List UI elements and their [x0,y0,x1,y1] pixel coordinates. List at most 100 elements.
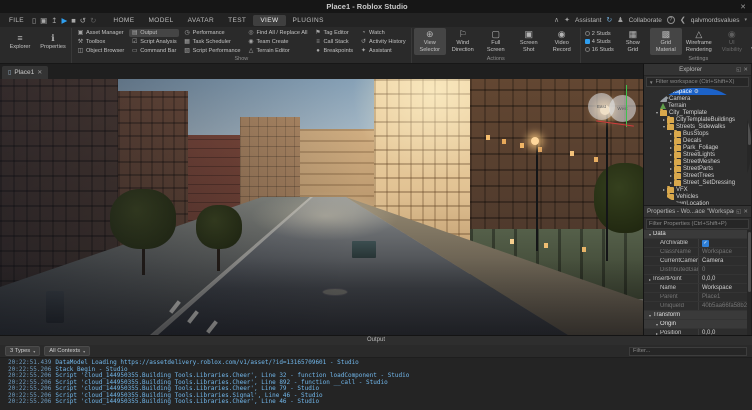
ribbon-big-button[interactable]: ▩ Grid Material [650,28,682,55]
username[interactable]: qalvmordsvalues [691,17,740,24]
explorer-filter[interactable]: ▼ [646,77,749,87]
property-row[interactable]: Name ✓Workspace [644,284,751,293]
ribbon-small-button[interactable]: △ Terrain Editor [246,47,310,55]
ribbon-small-button[interactable]: ✦ Assistant [358,47,408,55]
qat-icon[interactable]: ↻ [90,16,96,25]
explorer-tree-item[interactable]: SpawnLocation [644,200,751,205]
ribbon-big-button[interactable]: ⊕ View Selector [414,28,446,55]
ribbon-big-button[interactable]: ▢ Full Screen [480,28,512,55]
explorer-scrollbar[interactable] [747,88,751,205]
ribbon-big-button[interactable]: ▣ Screen Shot [513,28,545,55]
properties-filter-input[interactable] [649,221,746,227]
qat-icon[interactable]: ▶ [61,16,67,25]
property-row[interactable]: ▸InsertPoint ✓0,0,0 [644,275,751,284]
property-row[interactable]: Parent ✓Place1 [644,293,751,302]
ribbon-tab[interactable]: VIEW [253,15,285,26]
ribbon-small-button[interactable]: ◫ Object Browser [75,47,126,55]
contexts-dropdown[interactable]: All Contexts ▾ [44,346,90,356]
scrollbar-thumb[interactable] [748,232,751,292]
property-row[interactable]: CurrentCamera ✓Camera [644,257,751,266]
ribbon-small-button[interactable]: ↺ Activity History [358,38,408,46]
property-row[interactable]: ▾Transform ✓ [644,311,751,320]
explorer-tree-item[interactable]: ▸ Park_Foliage [644,144,751,151]
property-row[interactable]: ▾Data ✓ [644,230,751,239]
view-selector-gizmo[interactable]: East West [588,85,642,131]
checkbox-icon[interactable]: ✓ [702,240,709,247]
tab-close-icon[interactable]: ✕ [37,69,42,76]
ribbon-big-button[interactable]: △ Wireframe Rendering [683,28,715,55]
scrollbar-thumb[interactable] [748,90,751,145]
ribbon-small-button[interactable]: ◔ Watch [358,29,408,37]
ribbon-big-button[interactable]: ℹ Properties [37,28,69,55]
ribbon-small-button[interactable]: ▦ Task Scheduler [182,38,243,46]
explorer-tree-item[interactable]: ▾ City_Template [644,109,751,116]
ribbon-small-button[interactable]: ⚑ Tag Editor [313,29,356,37]
properties-scrollbar[interactable] [747,230,751,335]
ribbon-small-button[interactable]: ◉ Team Create [246,38,310,46]
assistant-button[interactable]: Assistant [575,17,601,24]
ribbon-small-button[interactable]: ☑ Script Analysis [129,38,178,46]
close-panel-icon[interactable]: ✕ [743,67,748,73]
qat-icon[interactable]: ▣ [40,16,47,25]
ribbon-tab[interactable]: TEST [221,15,253,26]
user-caret-icon[interactable]: ▾ [744,17,747,23]
explorer-tree-item[interactable]: ▾ Workspace ⚙ [644,88,751,95]
ribbon-small-button[interactable]: ▣ Asset Manager [75,29,126,37]
ribbon-small-button[interactable]: ◷ Performance [182,29,243,37]
help-icon[interactable]: ? [667,16,675,24]
explorer-tree-item[interactable]: ▸ Vehicles [644,193,751,200]
ribbon-small-button[interactable]: ◎ Find All / Replace All [246,29,310,37]
explorer-tree-item[interactable]: ▸ BusStops [644,130,751,137]
explorer-tree-item[interactable]: ▸ StreetTrees [644,172,751,179]
float-panel-icon[interactable]: ◱ [736,209,741,215]
explorer-tree-item[interactable]: ▾ Streets_Sidewalks [644,123,751,130]
explorer-tree-item[interactable]: ▸ Street_SetDressing [644,179,751,186]
ribbon-tab[interactable]: AVATAR [181,15,221,26]
qat-icon[interactable]: ↥ [51,16,57,25]
explorer-tree-item[interactable]: ▸ Decals [644,137,751,144]
ribbon-big-button[interactable]: ◉ Video Record [546,28,578,55]
ribbon-small-button[interactable]: ⚒ Toolbox [75,38,126,46]
explorer-tree-item[interactable]: ▸ StreetParts [644,165,751,172]
explorer-filter-input[interactable] [655,79,746,85]
explorer-tree-item[interactable]: ▸ CityTemplateBuildings [644,116,751,123]
qat-icon[interactable]: ■ [71,16,76,25]
explorer-tree-item[interactable]: Terrain [644,102,751,109]
output-log[interactable]: 20:22:51.439DataModel Loading https://as… [0,358,752,410]
gear-icon[interactable]: ⚙ [694,89,699,95]
explorer-tree-item[interactable]: ▸ VFX [644,186,751,193]
sync-icon[interactable]: ↻ [606,16,612,24]
ribbon-small-button[interactable]: ● Breakpoints [313,47,356,55]
stud-size-radio[interactable]: 2 Studs [585,31,614,37]
collaborate-button[interactable]: Collaborate [629,17,662,24]
property-row[interactable]: ClassName ✓Workspace [644,248,751,257]
ribbon-small-button[interactable]: ▤ Output [129,29,178,37]
properties-filter[interactable] [646,219,749,229]
property-row[interactable]: ▾Origin ✓ [644,320,751,329]
explorer-tree-item[interactable]: Camera [644,95,751,102]
gizmo-disc-west[interactable]: West [609,95,636,122]
3d-viewport[interactable]: East West [0,79,643,335]
property-row[interactable]: ▸Position ✓0,0,0 [644,329,751,335]
stud-size-radio[interactable]: 4 Studs [585,39,614,45]
ribbon-big-button[interactable]: ≡ Explorer [4,28,36,55]
explorer-tree-item[interactable]: ▸ StreetMeshes [644,158,751,165]
file-menu-button[interactable]: FILE [5,16,28,25]
ribbon-tab[interactable]: HOME [106,15,141,26]
ribbon-big-button[interactable]: ◉ UI Visibility [716,28,748,55]
qat-icon[interactable]: ▯ [32,16,36,25]
ribbon-small-button[interactable]: ≡ Call Stack [313,38,356,46]
log-line[interactable]: 20:22:55.206Script 'cloud_144950355.Buil… [8,399,752,406]
property-row[interactable]: DistributedGame... ✓0 [644,266,751,275]
window-close-icon[interactable]: ✕ [734,3,752,11]
stud-size-radio[interactable]: 16 Studs [585,47,614,53]
types-dropdown[interactable]: 3 Types ▾ [5,346,40,356]
share-icon[interactable]: ❮ [680,16,686,24]
ribbon-tab[interactable]: MODEL [141,15,180,26]
collapse-ribbon-icon[interactable]: ∧ [554,16,559,24]
ribbon-tab[interactable]: PLUGINS [286,15,331,26]
explorer-tree-item[interactable]: ▸ StreetLights [644,151,751,158]
ribbon-small-button[interactable]: ▧ Script Performance [182,47,243,55]
place-tab[interactable]: ▯ Place1 ✕ [2,66,48,79]
qat-icon[interactable]: ↺ [80,16,86,25]
